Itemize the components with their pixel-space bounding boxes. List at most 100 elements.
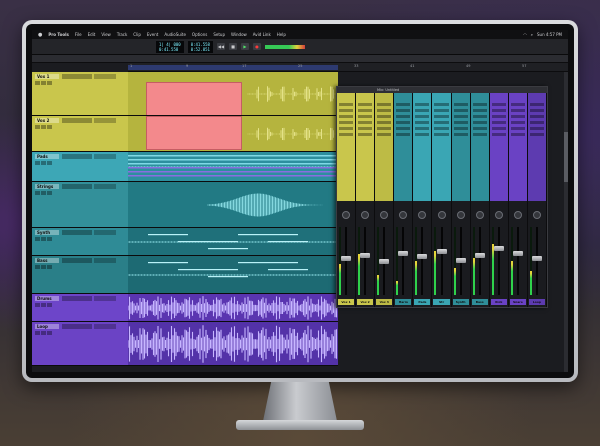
scroll-thumb[interactable] [564, 132, 568, 182]
channel-name[interactable]: Harm [395, 299, 412, 305]
input-selector[interactable] [62, 74, 92, 79]
volume-fader[interactable] [455, 257, 466, 263]
volume-fader[interactable] [379, 259, 390, 264]
insert-slot[interactable] [510, 103, 525, 106]
insert-slot[interactable] [434, 133, 449, 136]
insert-slot[interactable] [415, 133, 430, 136]
selection-counter[interactable]: 0:41.558 0:52.851 [187, 40, 213, 53]
volume-fader[interactable] [341, 255, 352, 261]
insert-slot[interactable] [453, 133, 468, 136]
track-header[interactable]: Strings [32, 182, 128, 228]
wifi-icon[interactable]: ◠ [523, 32, 527, 37]
insert-slot[interactable] [396, 133, 411, 136]
menu-clip[interactable]: Clip [133, 32, 141, 37]
track-name[interactable]: Synth [35, 230, 59, 235]
menu-edit[interactable]: Edit [88, 32, 96, 37]
mute-button[interactable] [47, 125, 52, 129]
pan-knob[interactable] [361, 211, 370, 219]
track-name[interactable]: Vox 2 [35, 118, 59, 123]
insert-slot[interactable] [472, 109, 487, 112]
insert-slot[interactable] [529, 109, 545, 112]
channel-name[interactable]: Synth [452, 299, 469, 305]
track-name[interactable]: Drums [35, 296, 59, 301]
solo-button[interactable] [41, 265, 46, 269]
track-name[interactable]: Pads [35, 154, 59, 159]
insert-slot[interactable] [377, 115, 392, 118]
insert-slot[interactable] [396, 115, 411, 118]
channel-name[interactable]: Pads [414, 299, 431, 305]
volume-fader[interactable] [398, 251, 409, 257]
pan-knob[interactable] [380, 211, 389, 219]
app-menu[interactable]: Pro Tools [48, 32, 69, 37]
mute-button[interactable] [47, 303, 52, 307]
volume-fader[interactable] [474, 252, 485, 258]
solo-button[interactable] [41, 81, 46, 85]
insert-slot[interactable] [491, 121, 506, 124]
menu-setup[interactable]: Setup [213, 32, 225, 37]
selected-clip[interactable] [146, 82, 242, 115]
track-name[interactable]: Loop [35, 324, 59, 329]
input-selector[interactable] [62, 230, 92, 235]
output-selector[interactable] [94, 154, 116, 159]
insert-slot[interactable] [529, 103, 545, 106]
solo-button[interactable] [41, 303, 46, 307]
track-lane[interactable] [128, 116, 338, 152]
pan-knob[interactable] [456, 211, 465, 219]
track-header[interactable]: Synth [32, 228, 128, 256]
insert-slot[interactable] [396, 103, 411, 106]
pan-knob[interactable] [513, 211, 522, 219]
track-header[interactable]: Bass [32, 256, 128, 294]
insert-slot[interactable] [339, 121, 354, 124]
insert-slot[interactable] [491, 127, 506, 130]
menu-track[interactable]: Track [117, 32, 127, 37]
track-name[interactable]: Vox 1 [35, 74, 59, 79]
menu-file[interactable]: File [75, 32, 82, 37]
track-lane[interactable] [128, 228, 338, 256]
mute-button[interactable] [47, 331, 52, 335]
track-lane[interactable] [128, 294, 338, 322]
insert-slot[interactable] [377, 121, 392, 124]
track-lane[interactable] [128, 256, 338, 294]
insert-slot[interactable] [415, 127, 430, 130]
track-lane[interactable] [128, 72, 338, 116]
record-arm-button[interactable] [35, 265, 40, 269]
insert-slot[interactable] [339, 109, 354, 112]
menu-audiosuite[interactable]: AudioSuite [164, 32, 186, 37]
vertical-scrollbar[interactable] [564, 72, 568, 372]
input-selector[interactable] [62, 258, 92, 263]
insert-slot[interactable] [529, 133, 545, 136]
insert-slot[interactable] [529, 115, 545, 118]
input-selector[interactable] [62, 324, 92, 329]
insert-slot[interactable] [529, 127, 545, 130]
output-selector[interactable] [94, 258, 116, 263]
insert-slot[interactable] [415, 103, 430, 106]
insert-slot[interactable] [510, 115, 525, 118]
insert-slot[interactable] [453, 103, 468, 106]
insert-slot[interactable] [358, 115, 373, 118]
mute-button[interactable] [47, 161, 52, 165]
insert-slot[interactable] [472, 133, 487, 136]
track-header[interactable]: Pads [32, 152, 128, 182]
volume-fader[interactable] [436, 248, 447, 254]
volume-fader[interactable] [512, 250, 523, 256]
channel-name[interactable]: Vox 1 [338, 299, 355, 305]
record-arm-button[interactable] [35, 191, 40, 195]
solo-button[interactable] [41, 125, 46, 129]
insert-slot[interactable] [434, 127, 449, 130]
insert-slot[interactable] [491, 109, 506, 112]
insert-slot[interactable] [415, 121, 430, 124]
track-lane[interactable] [128, 182, 338, 228]
insert-slot[interactable] [491, 133, 506, 136]
insert-slot[interactable] [339, 103, 354, 106]
track-header[interactable]: Drums [32, 294, 128, 322]
volume-fader[interactable] [493, 246, 504, 252]
insert-slot[interactable] [529, 121, 545, 124]
track-header[interactable]: Loop [32, 322, 128, 366]
channel-name[interactable]: Str [433, 299, 450, 305]
insert-slot[interactable] [339, 133, 354, 136]
insert-slot[interactable] [358, 109, 373, 112]
solo-button[interactable] [41, 191, 46, 195]
pan-knob[interactable] [475, 211, 484, 219]
menu-options[interactable]: Options [192, 32, 207, 37]
mute-button[interactable] [47, 237, 52, 241]
